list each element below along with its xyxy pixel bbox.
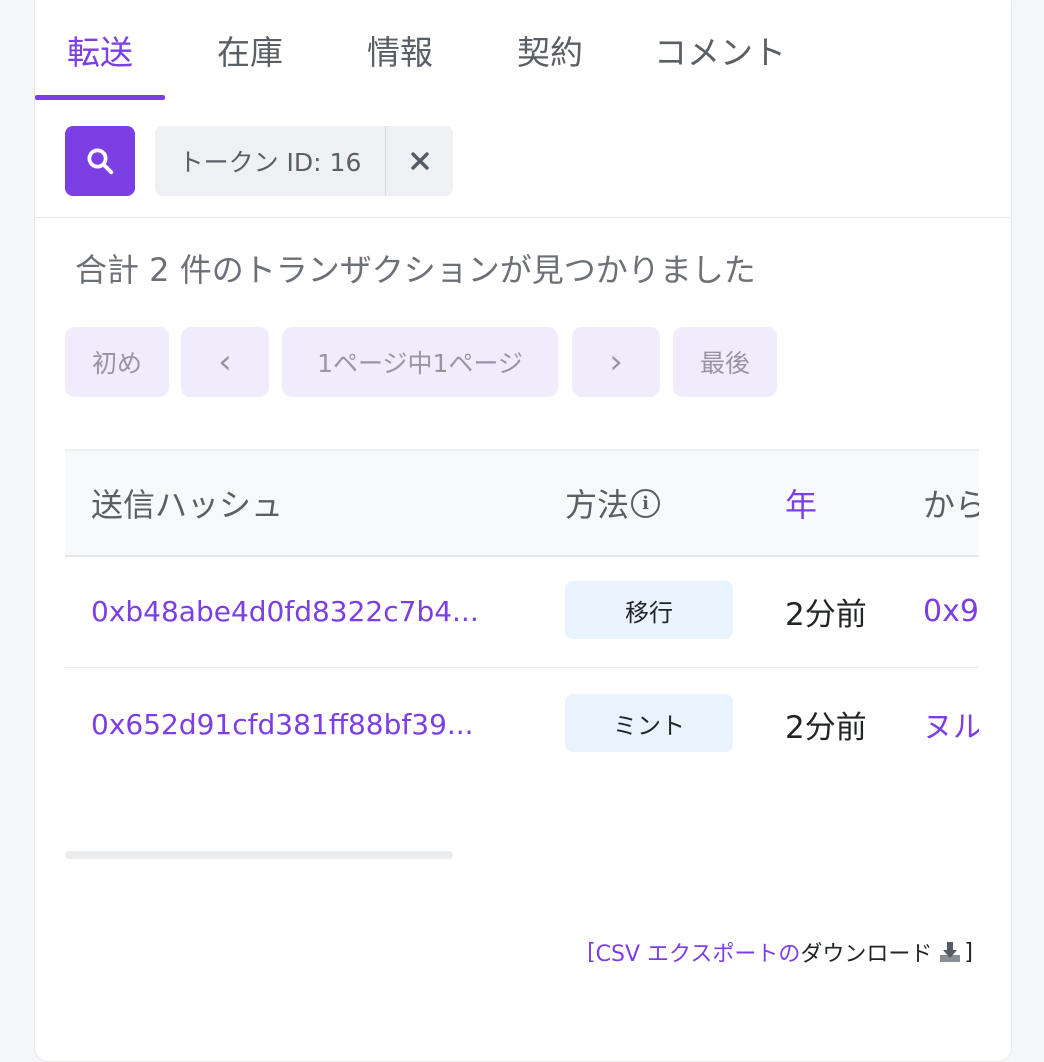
from-address-link[interactable]: ヌル: [923, 668, 979, 779]
csv-download-label[interactable]: ダウンロード: [800, 936, 932, 968]
tab-info[interactable]: 情報: [335, 1, 465, 99]
column-header-age[interactable]: 年: [785, 451, 817, 555]
first-page-button[interactable]: 初め: [65, 327, 169, 397]
tx-age: 2分前: [785, 596, 867, 633]
csv-close-bracket: ]: [964, 939, 973, 965]
csv-export-link[interactable]: [ CSV エクスポートの ダウンロード ]: [587, 936, 973, 968]
token-transfers-card: 転送 在庫 情報 契約 コメント トークン ID: 16 合計 2 件のトランザ…: [34, 0, 1012, 1062]
tab-contract[interactable]: 契約: [485, 1, 615, 99]
filter-label: トークン ID: 16: [178, 148, 362, 177]
table-row: 0x652d91cfd381ff88bf39... ミント 2分前 ヌル: [65, 668, 979, 779]
clear-filter-button[interactable]: [386, 126, 453, 196]
tab-bar: 転送 在庫 情報 契約 コメント: [35, 1, 1011, 100]
tx-hash-link[interactable]: 0x652d91cfd381ff88bf39...: [91, 668, 474, 779]
tx-age: 2分前: [785, 709, 867, 746]
search-icon: [87, 148, 114, 175]
method-header-label: 方法: [565, 486, 630, 524]
tx-hash-link[interactable]: 0xb48abe4d0fd8322c7b4...: [91, 555, 479, 667]
column-header-hash: 送信ハッシュ: [91, 486, 284, 524]
download-icon: [940, 942, 961, 962]
transactions-table: 送信ハッシュ 方法 i 年 から 0xb48abe4d0fd8322c7b4..…: [65, 449, 979, 779]
method-badge: ミント: [565, 694, 733, 752]
close-icon: [410, 152, 429, 170]
info-icon[interactable]: i: [631, 488, 661, 518]
horizontal-scrollbar[interactable]: [65, 851, 453, 859]
tab-transfers[interactable]: 転送: [35, 1, 165, 99]
prev-page-button[interactable]: ‹: [181, 327, 269, 397]
csv-export-label[interactable]: CSV エクスポートの: [596, 936, 801, 968]
csv-open-bracket: [: [587, 939, 596, 965]
table-row: 0xb48abe4d0fd8322c7b4... 移行 2分前 0x9: [65, 555, 979, 668]
column-header-from: から: [923, 486, 979, 524]
last-page-button[interactable]: 最後: [673, 327, 777, 397]
column-header-method: 方法 i: [565, 451, 661, 555]
tab-comments[interactable]: コメント: [635, 1, 805, 99]
result-summary: 合計 2 件のトランザクションが見つかりました: [75, 251, 756, 289]
section-divider: [35, 217, 1011, 218]
tab-inventory[interactable]: 在庫: [185, 1, 315, 99]
token-id-filter: トークン ID: 16: [155, 126, 453, 196]
page-indicator: 1ページ中1ページ: [282, 327, 558, 397]
from-address-link[interactable]: 0x9: [923, 555, 979, 667]
table-header: 送信ハッシュ 方法 i 年 から: [65, 449, 979, 557]
next-page-button[interactable]: ›: [572, 327, 660, 397]
search-button[interactable]: [65, 126, 135, 196]
method-badge: 移行: [565, 581, 733, 639]
active-tab-indicator: [35, 95, 165, 100]
